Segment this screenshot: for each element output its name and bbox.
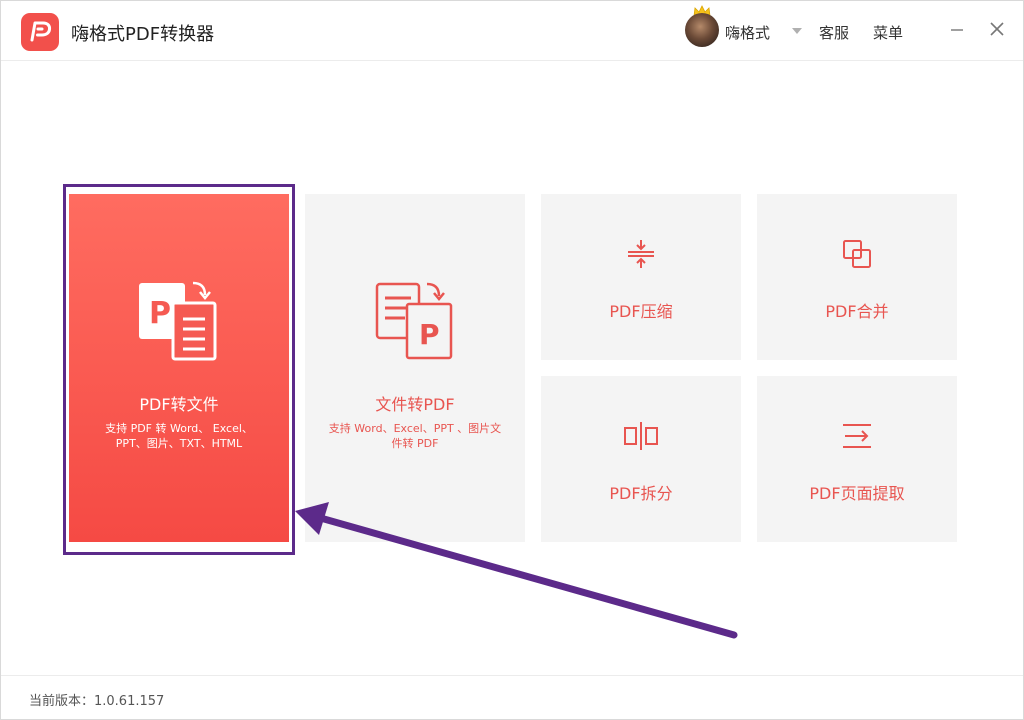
pdf-split-tile[interactable]: PDF拆分 — [541, 376, 741, 542]
file-to-pdf-icon: P — [375, 282, 453, 360]
file-to-pdf-tile[interactable]: P 文件转PDF 支持 Word、Excel、PPT 、图片文 件转 PDF — [305, 194, 525, 542]
tile-description-line: 支持 Word、Excel、PPT 、图片文 — [328, 422, 502, 435]
split-icon — [624, 422, 658, 450]
close-icon — [990, 22, 1004, 36]
close-button[interactable] — [983, 15, 1011, 43]
app-title: 嗨格式PDF转换器 — [71, 24, 215, 45]
username[interactable]: 嗨格式 — [725, 22, 770, 43]
menu-link[interactable]: 菜单 — [873, 22, 903, 43]
pdf-page-extract-tile[interactable]: PDF页面提取 — [757, 376, 957, 542]
tile-title: 文件转PDF — [375, 395, 455, 414]
minimize-button[interactable] — [943, 15, 971, 43]
tile-title: PDF拆分 — [609, 484, 673, 503]
extract-icon — [843, 424, 871, 448]
tile-title: PDF压缩 — [609, 302, 673, 321]
tile-title: PDF页面提取 — [809, 484, 905, 503]
pdf-merge-tile[interactable]: PDF合并 — [757, 194, 957, 360]
tile-title: PDF合并 — [825, 302, 889, 321]
app-window: 嗨格式PDF转换器 嗨格式 客服 菜单 P PDF转文件 支持 PDF 转 Wo… — [0, 0, 1024, 720]
pdf-compress-tile[interactable]: PDF压缩 — [541, 194, 741, 360]
tile-description: 支持 Word、Excel、PPT 、图片文 件转 PDF — [315, 421, 515, 451]
svg-text:P: P — [419, 318, 440, 351]
customer-service-link[interactable]: 客服 — [819, 22, 849, 43]
chevron-down-icon[interactable] — [792, 28, 802, 34]
avatar[interactable] — [685, 13, 719, 47]
selection-highlight — [63, 184, 295, 555]
status-bar: 当前版本：1.0.61.157 — [1, 675, 1023, 719]
minimize-icon — [951, 29, 963, 31]
compress-icon — [628, 240, 654, 268]
pdf-logo-icon — [21, 13, 59, 51]
title-bar[interactable]: 嗨格式PDF转换器 嗨格式 客服 菜单 — [1, 1, 1023, 61]
version-label: 当前版本：1.0.61.157 — [29, 694, 165, 709]
merge-icon — [843, 240, 871, 268]
tile-description-line: 件转 PDF — [391, 437, 439, 450]
